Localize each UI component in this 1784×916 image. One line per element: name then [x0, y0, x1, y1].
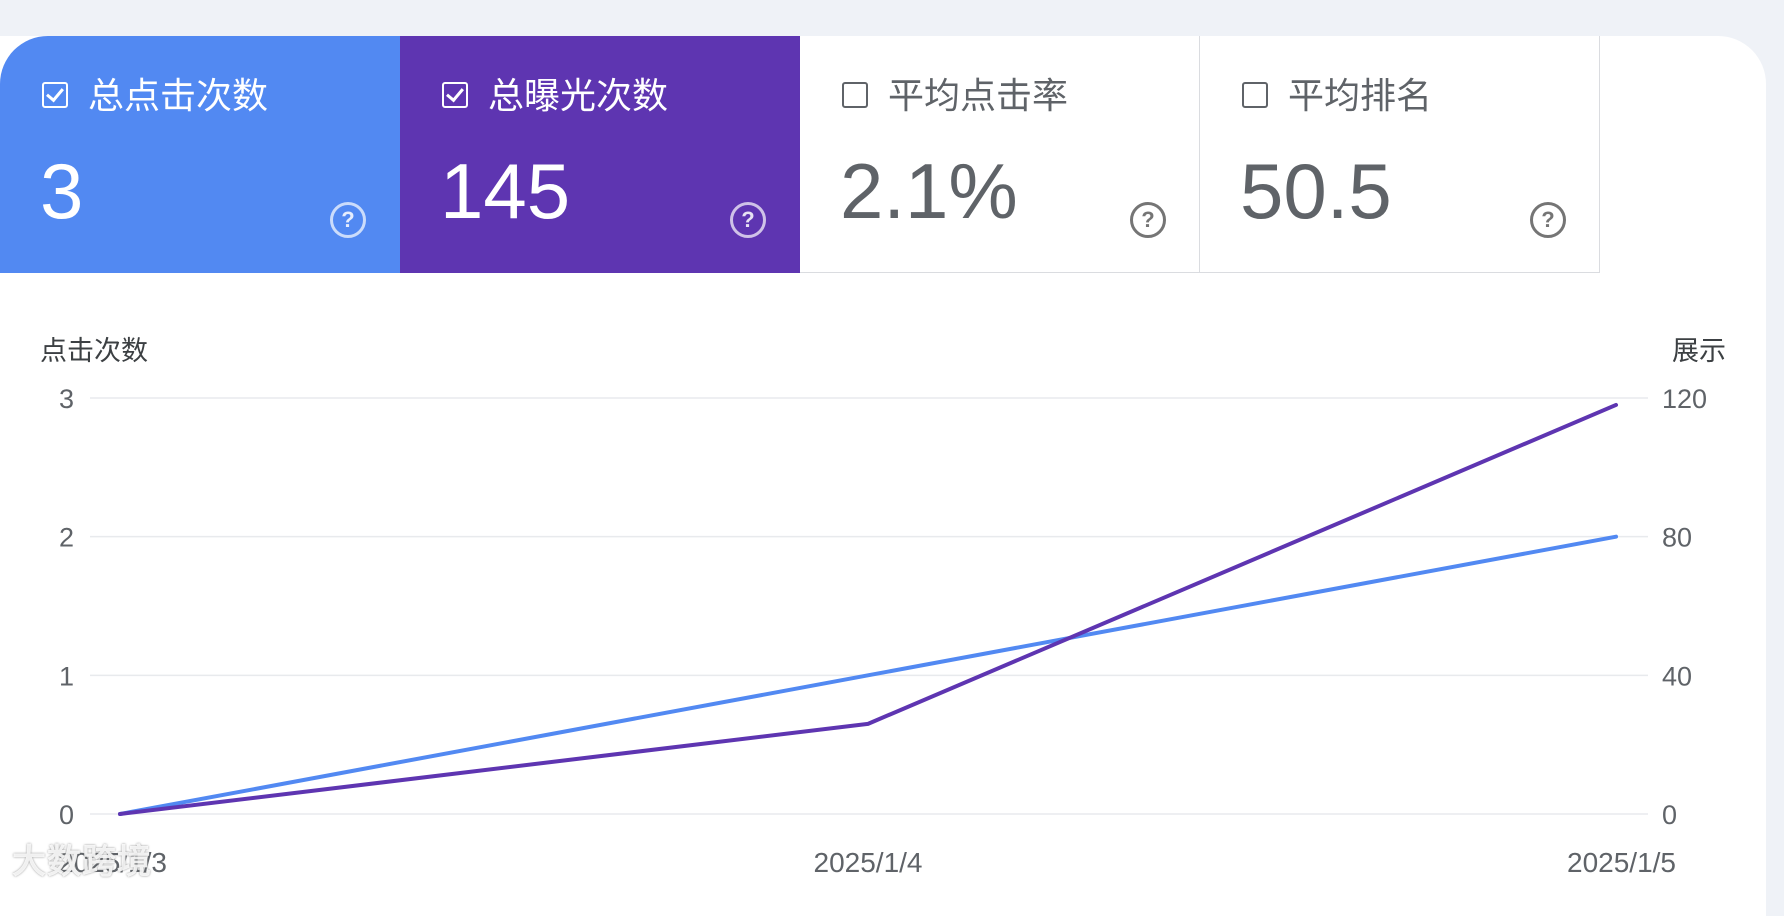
y-left-tick-label: 1	[59, 661, 74, 691]
y-right-tick-label: 40	[1662, 661, 1692, 691]
chart-grid	[90, 397, 1648, 815]
chart-series	[118, 402, 1618, 816]
y-left-tick-label: 2	[59, 523, 74, 553]
performance-card: 总点击次数 3 ? 总曝光次数 145 ? 平均点击率 2.1% ? 平均排名 …	[0, 36, 1766, 916]
y-right-tick-label: 0	[1662, 800, 1677, 830]
y-right-tick-label: 80	[1662, 523, 1692, 553]
y-axis-right-label: 展示	[1672, 336, 1726, 366]
y-right-tick-label: 120	[1662, 384, 1707, 414]
watermark-logo: 大数跨境	[12, 843, 152, 881]
x-tick-label: 2025/1/5	[1567, 847, 1676, 878]
y-axis-left-label: 点击次数	[40, 336, 148, 366]
y-left-tick-label: 0	[59, 800, 74, 830]
performance-line-chart: 0123040801202025/1/3 2025/1/4 2025/1/5 点击次…	[40, 336, 1726, 878]
x-tick-label: 2025/1/4	[814, 847, 923, 878]
y-left-tick-label: 3	[59, 384, 74, 414]
chart-ticks: 0123040801202025/1/3 2025/1/4 2025/1/5	[58, 384, 1707, 878]
series-line-right	[118, 402, 1618, 816]
